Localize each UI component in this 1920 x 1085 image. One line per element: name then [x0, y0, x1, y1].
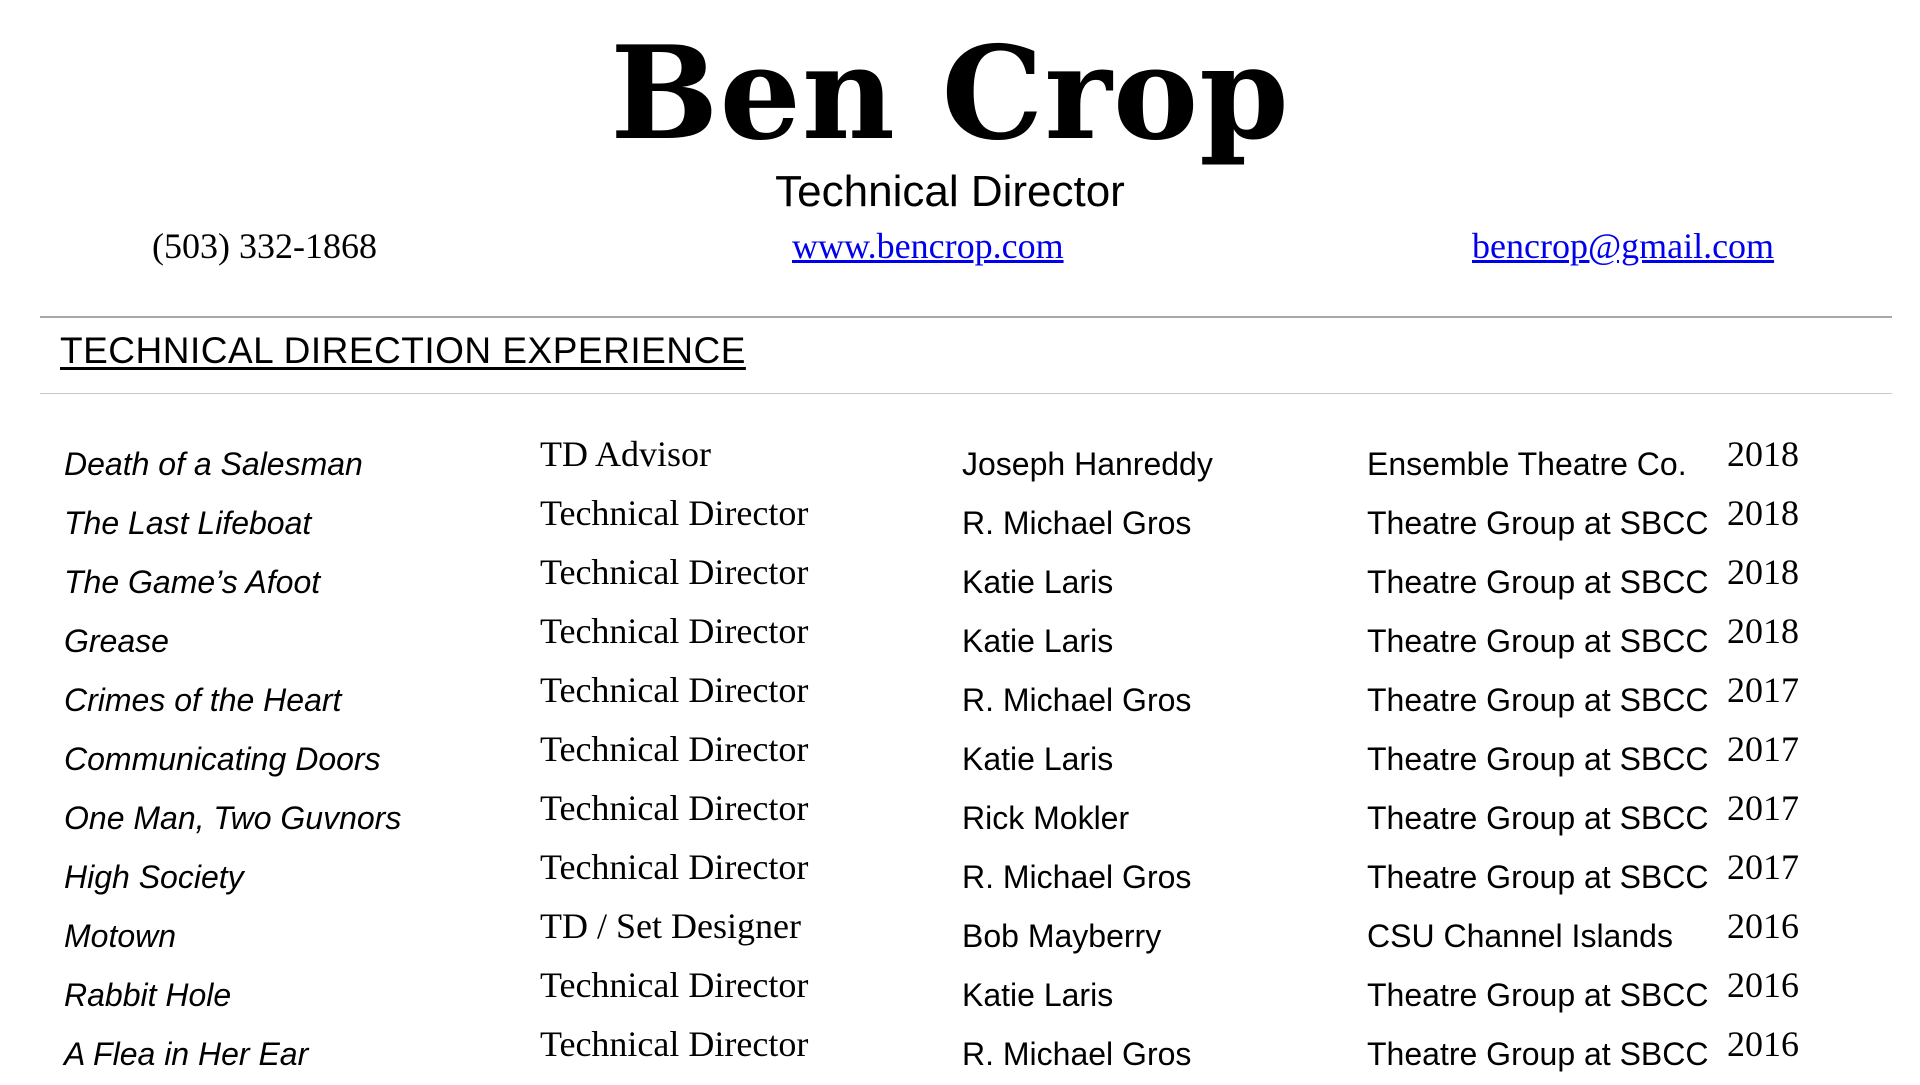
year: 2018 — [1727, 552, 1799, 592]
show-title: Motown — [64, 918, 177, 954]
show-title: Death of a Salesman — [64, 446, 363, 482]
show-title: The Game’s Afoot — [64, 564, 321, 600]
year: 2018 — [1727, 611, 1799, 651]
role: Technical Director — [540, 729, 809, 769]
role: Technical Director — [540, 847, 809, 887]
director: Katie Laris — [962, 623, 1114, 659]
experience-row: The Game’s Afoot Technical Director Kati… — [0, 554, 1920, 613]
website-link[interactable]: www.bencrop.com — [792, 228, 1064, 264]
director: Katie Laris — [962, 741, 1114, 777]
director: R. Michael Gros — [962, 859, 1192, 895]
experience-row: Rabbit Hole Technical Director Katie Lar… — [0, 967, 1920, 1026]
company: Theatre Group at SBCC — [1367, 800, 1709, 836]
director: Katie Laris — [962, 977, 1114, 1013]
company: Theatre Group at SBCC — [1367, 859, 1709, 895]
director: R. Michael Gros — [962, 505, 1192, 541]
year: 2017 — [1727, 788, 1799, 828]
role: Technical Director — [540, 611, 809, 651]
show-title: One Man, Two Guvnors — [64, 800, 402, 836]
year: 2017 — [1727, 670, 1799, 710]
role: Technical Director — [540, 552, 809, 592]
experience-row: One Man, Two Guvnors Technical Director … — [0, 790, 1920, 849]
role: Technical Director — [540, 788, 809, 828]
year: 2016 — [1727, 965, 1799, 1005]
phone-number: (503) 332-1868 — [152, 226, 377, 266]
role: Technical Director — [540, 670, 809, 710]
director: Joseph Hanreddy — [962, 446, 1213, 482]
show-title: A Flea in Her Ear — [64, 1036, 309, 1072]
show-title: Grease — [64, 623, 169, 659]
experience-row: Grease Technical Director Katie Laris Th… — [0, 613, 1920, 672]
section-divider-bottom — [40, 393, 1892, 394]
role: TD Advisor — [540, 434, 711, 474]
experience-row: A Flea in Her Ear Technical Director R. … — [0, 1026, 1920, 1085]
director: Rick Mokler — [962, 800, 1130, 836]
show-title: The Last Lifeboat — [64, 505, 312, 541]
director: R. Michael Gros — [962, 1036, 1192, 1072]
company: Theatre Group at SBCC — [1367, 741, 1709, 777]
year: 2017 — [1727, 729, 1799, 769]
company: CSU Channel Islands — [1367, 918, 1673, 954]
role: TD / Set Designer — [540, 906, 801, 946]
company: Theatre Group at SBCC — [1367, 682, 1709, 718]
role: Technical Director — [540, 1024, 809, 1064]
experience-row: Crimes of the Heart Technical Director R… — [0, 672, 1920, 731]
experience-row: Motown TD / Set Designer Bob Mayberry CS… — [0, 908, 1920, 967]
role: Technical Director — [540, 965, 809, 1005]
director: R. Michael Gros — [962, 682, 1192, 718]
company: Theatre Group at SBCC — [1367, 505, 1709, 541]
company: Theatre Group at SBCC — [1367, 1036, 1709, 1072]
resume-subtitle: Technical Director — [775, 167, 1125, 216]
email-link[interactable]: bencrop@gmail.com — [1472, 228, 1774, 264]
show-title: Rabbit Hole — [64, 977, 232, 1013]
experience-row: Death of a Salesman TD Advisor Joseph Ha… — [0, 436, 1920, 495]
director: Katie Laris — [962, 564, 1114, 600]
director: Bob Mayberry — [962, 918, 1162, 954]
section-divider-top — [40, 316, 1892, 318]
year: 2016 — [1727, 906, 1799, 946]
experience-row: High Society Technical Director R. Micha… — [0, 849, 1920, 908]
year: 2018 — [1727, 493, 1799, 533]
company: Theatre Group at SBCC — [1367, 977, 1709, 1013]
company: Theatre Group at SBCC — [1367, 564, 1709, 600]
show-title: Crimes of the Heart — [64, 682, 342, 718]
experience-row: Communicating Doors Technical Director K… — [0, 731, 1920, 790]
company: Ensemble Theatre Co. — [1367, 446, 1687, 482]
resume-name: Ben Crop — [610, 19, 1290, 169]
company: Theatre Group at SBCC — [1367, 623, 1709, 659]
year: 2018 — [1727, 434, 1799, 474]
show-title: Communicating Doors — [64, 741, 381, 777]
experience-row: The Last Lifeboat Technical Director R. … — [0, 495, 1920, 554]
year: 2016 — [1727, 1024, 1799, 1064]
experience-list: Death of a Salesman TD Advisor Joseph Ha… — [0, 436, 1920, 1085]
role: Technical Director — [540, 493, 809, 533]
section-title: TECHNICAL DIRECTION EXPERIENCE — [60, 330, 746, 371]
year: 2017 — [1727, 847, 1799, 887]
show-title: High Society — [64, 859, 244, 895]
